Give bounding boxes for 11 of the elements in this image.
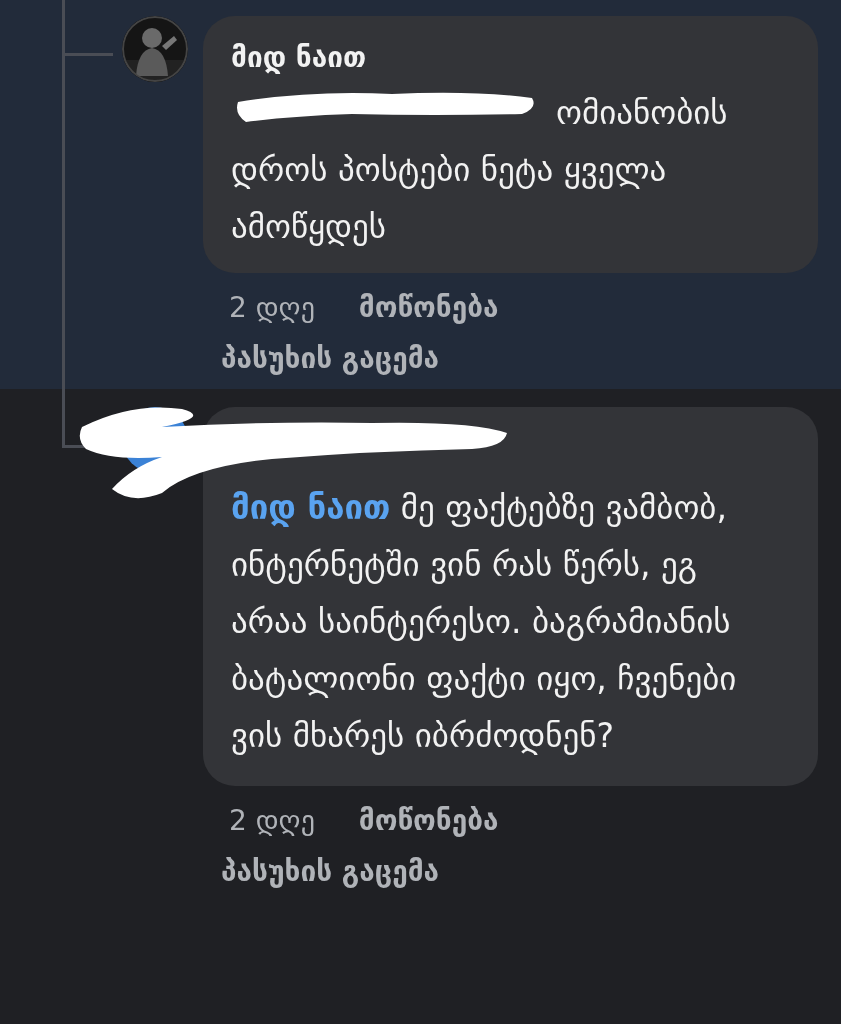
- timestamp: 2 დღე: [229, 804, 315, 837]
- comment-text: ომიანობის დროს პოსტები ნეტა ყველა ამოწყდეს: [231, 92, 729, 248]
- timestamp: 2 დღე: [229, 291, 315, 324]
- like-button[interactable]: მოწონება: [358, 804, 499, 837]
- author-name[interactable]: მიდ ნაით: [231, 38, 792, 78]
- mention-link[interactable]: მიდ ნაით: [231, 488, 391, 527]
- reply-button[interactable]: პასუხის გაცემა: [221, 855, 440, 888]
- comment-text: მიდ ნაით მე ფაქტებზე ვამბობ, ინტერნეტში ვინ რას წერს, ეგ არაა საინტერესო. ბაგრამიანის ბატალიონი ფაქტი იყო, ჩვენები ვის მხარეს იბრძოდნენ?: [231, 487, 738, 757]
- thread-connector: [62, 0, 113, 56]
- reply-button[interactable]: პასუხის გაცემა: [221, 342, 440, 375]
- like-button[interactable]: მოწონება: [358, 291, 499, 324]
